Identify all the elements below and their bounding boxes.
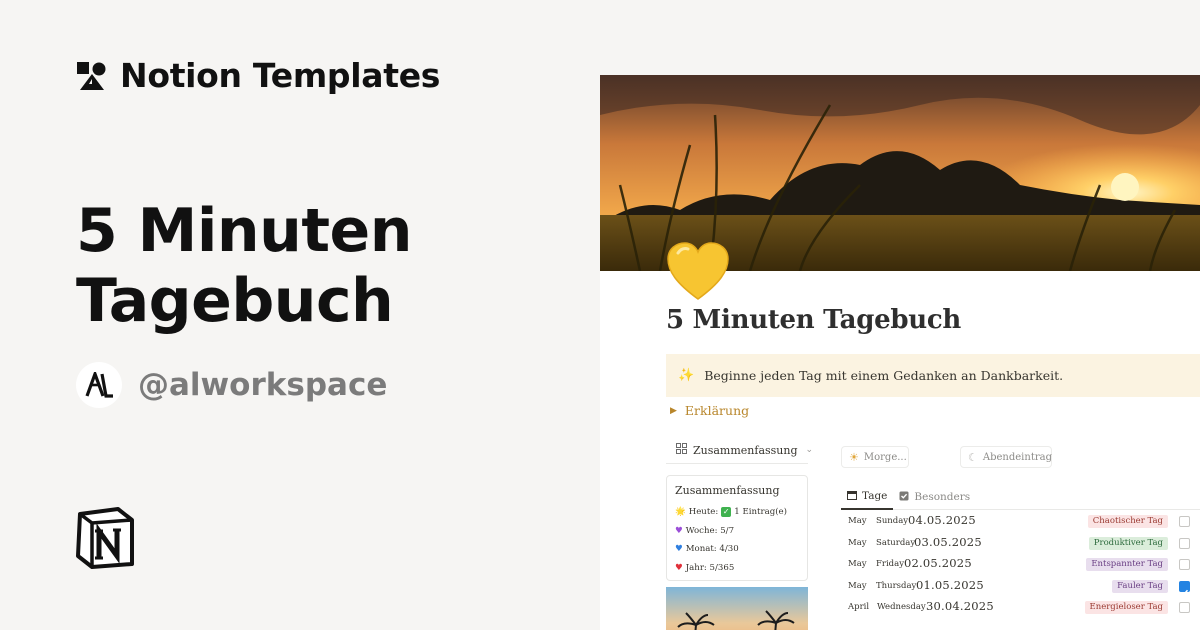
grid-icon [676, 443, 687, 457]
row-month: April [848, 602, 870, 613]
tab-tage[interactable]: Tage [841, 484, 894, 510]
notion-page-preview: 5 Minuten Tagebuch ✨ Beginne jeden Tag m… [600, 75, 1200, 630]
sparkles-icon: ✨ [678, 368, 695, 383]
sun-icon: ☀ [849, 450, 859, 464]
row-tag: Entspannter Tag [1086, 558, 1168, 572]
check-mark-icon: ✓ [721, 507, 732, 518]
row-weekday: Sunday [876, 516, 909, 526]
row-tag: Energieloser Tag [1084, 601, 1168, 615]
row-month: May [848, 580, 867, 591]
morning-entry-button[interactable]: ☀ Morge... [841, 446, 909, 468]
hero-title: 5 Minuten Tagebuch [76, 196, 412, 336]
purple-heart-icon: ♥ [675, 525, 683, 536]
callout-text: Beginne jeden Tag mit einem Gedanken an … [704, 368, 1064, 383]
author[interactable]: @alworkspace [76, 362, 387, 408]
table-row[interactable]: May Sunday 04.05.2025 Chaotischer Tag [841, 510, 1200, 532]
entries-table: May Sunday 04.05.2025 Chaotischer Tag Ma… [841, 510, 1200, 618]
row-date: 04.05.2025 [908, 513, 976, 527]
summary-jahr: ♥ Jahr: 5/365 [675, 562, 735, 573]
toggle-erklaerung[interactable]: ▶ Erklärung [670, 403, 749, 418]
calendar-icon [847, 490, 857, 503]
page-title: 5 Minuten Tagebuch [666, 305, 961, 335]
table-row[interactable]: May Thursday 01.05.2025 Fauler Tag [841, 575, 1200, 597]
summary-heute: 🌟 Heute: ✓ 1 Eintrag(e) [675, 507, 787, 518]
blue-heart-icon: ♥ [675, 544, 683, 555]
row-month: May [848, 559, 867, 570]
table-row[interactable]: May Saturday 03.05.2025 Produktiver Tag [841, 532, 1200, 554]
row-date: 01.05.2025 [916, 577, 984, 592]
row-date: 03.05.2025 [914, 534, 982, 549]
row-tag: Chaotischer Tag [1087, 515, 1168, 528]
yellow-heart-icon[interactable] [666, 241, 730, 301]
summary-woche: ♥ Woche: 5/7 [675, 525, 735, 536]
row-weekday: Friday [876, 559, 904, 570]
row-checkbox[interactable] [1179, 602, 1190, 614]
triangle-right-icon: ▶ [670, 405, 677, 416]
row-date: 30.04.2025 [926, 599, 994, 614]
chevron-down-icon: ⌄ [805, 445, 814, 455]
gallery-thumbnail[interactable] [666, 587, 808, 630]
toggle-label: Erklärung [684, 403, 750, 418]
row-tag: Fauler Tag [1112, 579, 1168, 593]
notion-templates-shapes-icon [76, 60, 108, 92]
brand-name: Notion Templates [120, 56, 441, 95]
sun-icon: 🌟 [675, 507, 686, 518]
row-weekday: Saturday [876, 537, 916, 548]
row-weekday: Wednesday [877, 602, 926, 613]
al-monogram-icon [76, 362, 122, 408]
summary-monat: ♥ Monat: 4/30 [675, 544, 739, 555]
view-label: Zusammenfassung [693, 443, 798, 457]
tab-besonders[interactable]: Besonders [893, 484, 976, 510]
row-checkbox[interactable] [1179, 580, 1190, 596]
notion-logo-icon [74, 506, 136, 570]
view-switcher[interactable]: Zusammenfassung ⌄ [666, 437, 813, 464]
row-month: May [848, 537, 867, 548]
row-checkbox[interactable] [1179, 516, 1190, 527]
row-weekday: Thursday [876, 580, 917, 591]
brand: Notion Templates [76, 56, 440, 95]
evening-entry-button[interactable]: ☾ Abendeintrag [960, 446, 1052, 468]
row-date: 02.05.2025 [904, 556, 972, 571]
moon-icon: ☾ [968, 450, 978, 464]
summary-title: Zusammenfassung [675, 484, 780, 497]
summary-card[interactable]: Zusammenfassung 🌟 Heute: ✓ 1 Eintrag(e) … [666, 475, 808, 581]
author-handle[interactable]: @alworkspace [138, 367, 387, 403]
checkbox-icon [899, 491, 909, 504]
table-row[interactable]: April Wednesday 30.04.2025 Energieloser … [841, 596, 1200, 618]
table-row[interactable]: May Friday 02.05.2025 Entspannter Tag [841, 553, 1200, 575]
row-tag: Produktiver Tag [1088, 536, 1168, 550]
database-tabs: Tage Besonders [841, 484, 1200, 510]
callout: ✨ Beginne jeden Tag mit einem Gedanken a… [666, 354, 1200, 397]
red-heart-icon: ♥ [675, 562, 683, 573]
row-checkbox[interactable] [1179, 559, 1190, 571]
row-checkbox[interactable] [1179, 537, 1190, 549]
row-month: May [848, 516, 867, 526]
